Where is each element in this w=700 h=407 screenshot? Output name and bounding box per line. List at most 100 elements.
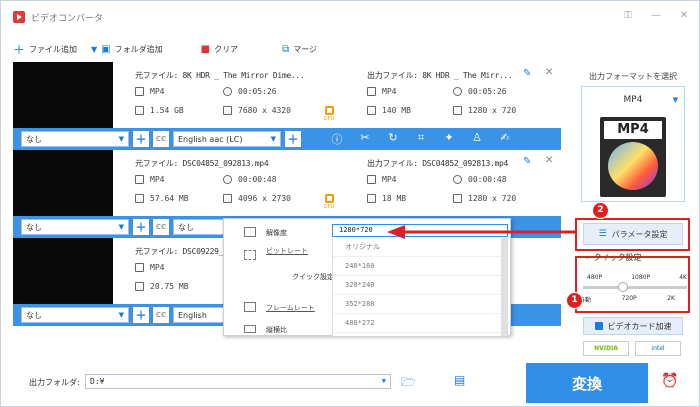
subtitle-select[interactable]: なし ▼ — [21, 307, 129, 323]
convert-button[interactable]: 変換 — [526, 363, 648, 403]
output-list-icon[interactable]: ▤ — [454, 373, 465, 387]
output-size: 18 MB — [367, 194, 406, 203]
source-duration: 00:05:26 — [223, 87, 277, 96]
add-folder-button[interactable]: ▼ ▣ フォルダ追加 — [91, 44, 163, 55]
gpu-icon: GPU — [322, 106, 336, 124]
output-file-name: 出力ファイル: DSC04852_092813.mp4 — [367, 159, 509, 168]
file-size-icon — [367, 194, 376, 203]
file-size-icon — [135, 106, 144, 115]
framerate-link[interactable]: フレームレート — [266, 303, 315, 313]
format-selector[interactable]: MP4 ▼ MP4 — [581, 86, 685, 202]
quick-settings-label: クイック設定 — [292, 273, 334, 281]
open-folder-icon[interactable]: 🗁 — [401, 373, 416, 394]
plus-icon: ＋ — [13, 42, 26, 57]
video-thumbnail[interactable] — [13, 150, 113, 216]
resolution-option[interactable]: 352*288 — [333, 295, 507, 314]
bottom-bar: 出力フォルダ: D:¥ ▼ 🗁 ▤ 変換 ⏰ — [1, 363, 699, 406]
dropdown-caret-icon: ▼ — [118, 135, 124, 143]
video-thumbnail[interactable] — [13, 238, 113, 304]
file-size-icon — [135, 282, 144, 291]
source-size: 57.64 MB — [135, 194, 189, 203]
clear-label: クリア — [214, 44, 239, 54]
crop-icon[interactable]: ⌗ — [407, 131, 435, 147]
clock-icon — [453, 175, 462, 184]
remove-item-icon[interactable]: ✕ — [545, 67, 553, 78]
highlight-box-param — [575, 218, 690, 251]
cut-icon[interactable]: ✂ — [351, 131, 379, 147]
format-icon — [135, 87, 144, 96]
dropdown-caret-icon: ▼ — [672, 96, 678, 104]
window-controls: ⚿ — ✕ — [621, 10, 691, 21]
aspect-icon — [244, 325, 256, 333]
close-window-button[interactable]: ✕ — [677, 10, 691, 21]
source-file-name: 元ファイル: DSC09229_ — [135, 247, 224, 256]
output-size: 140 MB — [367, 106, 411, 115]
item-action-bar: なし ▼ ＋ CC English aac (LC) ▼ ＋ ⓘ ✂ ↻ ⌗ ✦ ♙… — [13, 128, 561, 150]
app-window: ビデオコンバータ ⚿ — ✕ ＋ ファイル追加 ▼ ▣ フォルダ追加 ■ クリア… — [0, 0, 700, 407]
subtitle-select[interactable]: なし ▼ — [21, 131, 129, 147]
add-subtitle-button[interactable]: ＋ — [133, 307, 149, 323]
bitrate-link[interactable]: ビットレート — [266, 246, 308, 256]
trash-icon: ■ — [200, 43, 211, 55]
intel-logo: intel — [635, 341, 681, 356]
minimize-button[interactable]: — — [649, 10, 663, 21]
toolbar: ＋ ファイル追加 ▼ ▣ フォルダ追加 ■ クリア ⧉ マージ — [13, 39, 561, 59]
source-file-name: 元ファイル: 8K HDR _ The Mirror Dime... — [135, 71, 305, 80]
resolution-select[interactable]: 1280*720 — [332, 224, 508, 237]
resolution-option[interactable]: 240*160 — [333, 257, 507, 276]
effects-icon[interactable]: ✦ — [435, 131, 463, 147]
aspect-label: 縦横比 — [266, 326, 287, 334]
resolution-option[interactable]: 320*240 — [333, 276, 507, 295]
output-folder-field[interactable]: D:¥ ▼ — [85, 374, 391, 389]
dropdown-caret-icon: ▼ — [381, 377, 386, 385]
source-format: MP4 — [135, 175, 164, 184]
edit-tools: ⓘ ✂ ↻ ⌗ ✦ ♙ ✍ — [323, 131, 519, 147]
add-audio-button[interactable]: ＋ — [285, 131, 301, 147]
clear-button[interactable]: ■ クリア — [201, 44, 238, 55]
add-folder-label: フォルダ追加 — [114, 44, 163, 54]
edit-pencil-icon[interactable]: ✎ — [523, 156, 531, 167]
subtitle-select[interactable]: なし ▼ — [21, 219, 129, 235]
add-subtitle-button[interactable]: ＋ — [133, 131, 149, 147]
add-subtitle-button[interactable]: ＋ — [133, 219, 149, 235]
merge-button[interactable]: ⧉ マージ — [282, 44, 317, 55]
add-file-button[interactable]: ＋ ファイル追加 — [13, 41, 77, 58]
cc-icon[interactable]: CC — [153, 219, 169, 235]
file-size-icon — [367, 106, 376, 115]
gpu-acceleration-toggle[interactable]: ビデオカード加速 — [583, 317, 683, 335]
resolution-option[interactable]: 480*272 — [333, 314, 507, 333]
output-format: MP4 — [367, 87, 396, 96]
output-format-title: 出力フォーマットを選択 — [589, 72, 677, 81]
info-icon[interactable]: ⓘ — [323, 131, 351, 147]
video-thumbnail[interactable] — [13, 62, 113, 128]
file-item[interactable]: 元ファイル: 8K HDR _ The Mirror Dime... MP4 0… — [13, 62, 561, 152]
cc-icon[interactable]: CC — [153, 131, 169, 147]
folder-plus-icon: ▣ — [101, 43, 111, 55]
add-file-label: ファイル追加 — [29, 44, 78, 54]
highlight-box-quick — [575, 256, 690, 313]
format-icon — [135, 175, 144, 184]
output-folder-label: 出力フォルダ: — [29, 378, 80, 387]
rotate-icon[interactable]: ↻ — [379, 131, 407, 147]
watermark-icon[interactable]: ♙ — [463, 131, 491, 147]
clock-icon — [223, 87, 232, 96]
resolution-option[interactable]: オリジナル — [333, 238, 507, 257]
cc-icon[interactable]: CC — [153, 307, 169, 323]
edit-pencil-icon[interactable]: ✎ — [523, 68, 531, 79]
merge-label: マージ — [293, 44, 318, 54]
alarm-clock-icon[interactable]: ⏰ — [661, 373, 678, 389]
format-name: MP4 — [623, 95, 643, 105]
checkbox-icon[interactable] — [594, 322, 603, 330]
resolution-label: 解像度 — [266, 229, 287, 237]
source-duration: 00:00:48 — [223, 175, 277, 184]
dropdown-caret-icon: ▼ — [118, 311, 124, 319]
scrollbar[interactable] — [501, 238, 507, 336]
remove-item-icon[interactable]: ✕ — [545, 155, 553, 166]
dropdown-caret-icon: ▼ — [270, 135, 276, 143]
source-size: 1.54 GB — [135, 106, 184, 115]
framerate-icon — [244, 302, 256, 312]
audio-track-select[interactable]: English aac (LC) ▼ — [173, 131, 281, 147]
key-icon[interactable]: ⚿ — [621, 10, 635, 21]
output-duration: 00:05:26 — [453, 87, 507, 96]
subtitle-edit-icon[interactable]: ✍ — [491, 131, 519, 147]
